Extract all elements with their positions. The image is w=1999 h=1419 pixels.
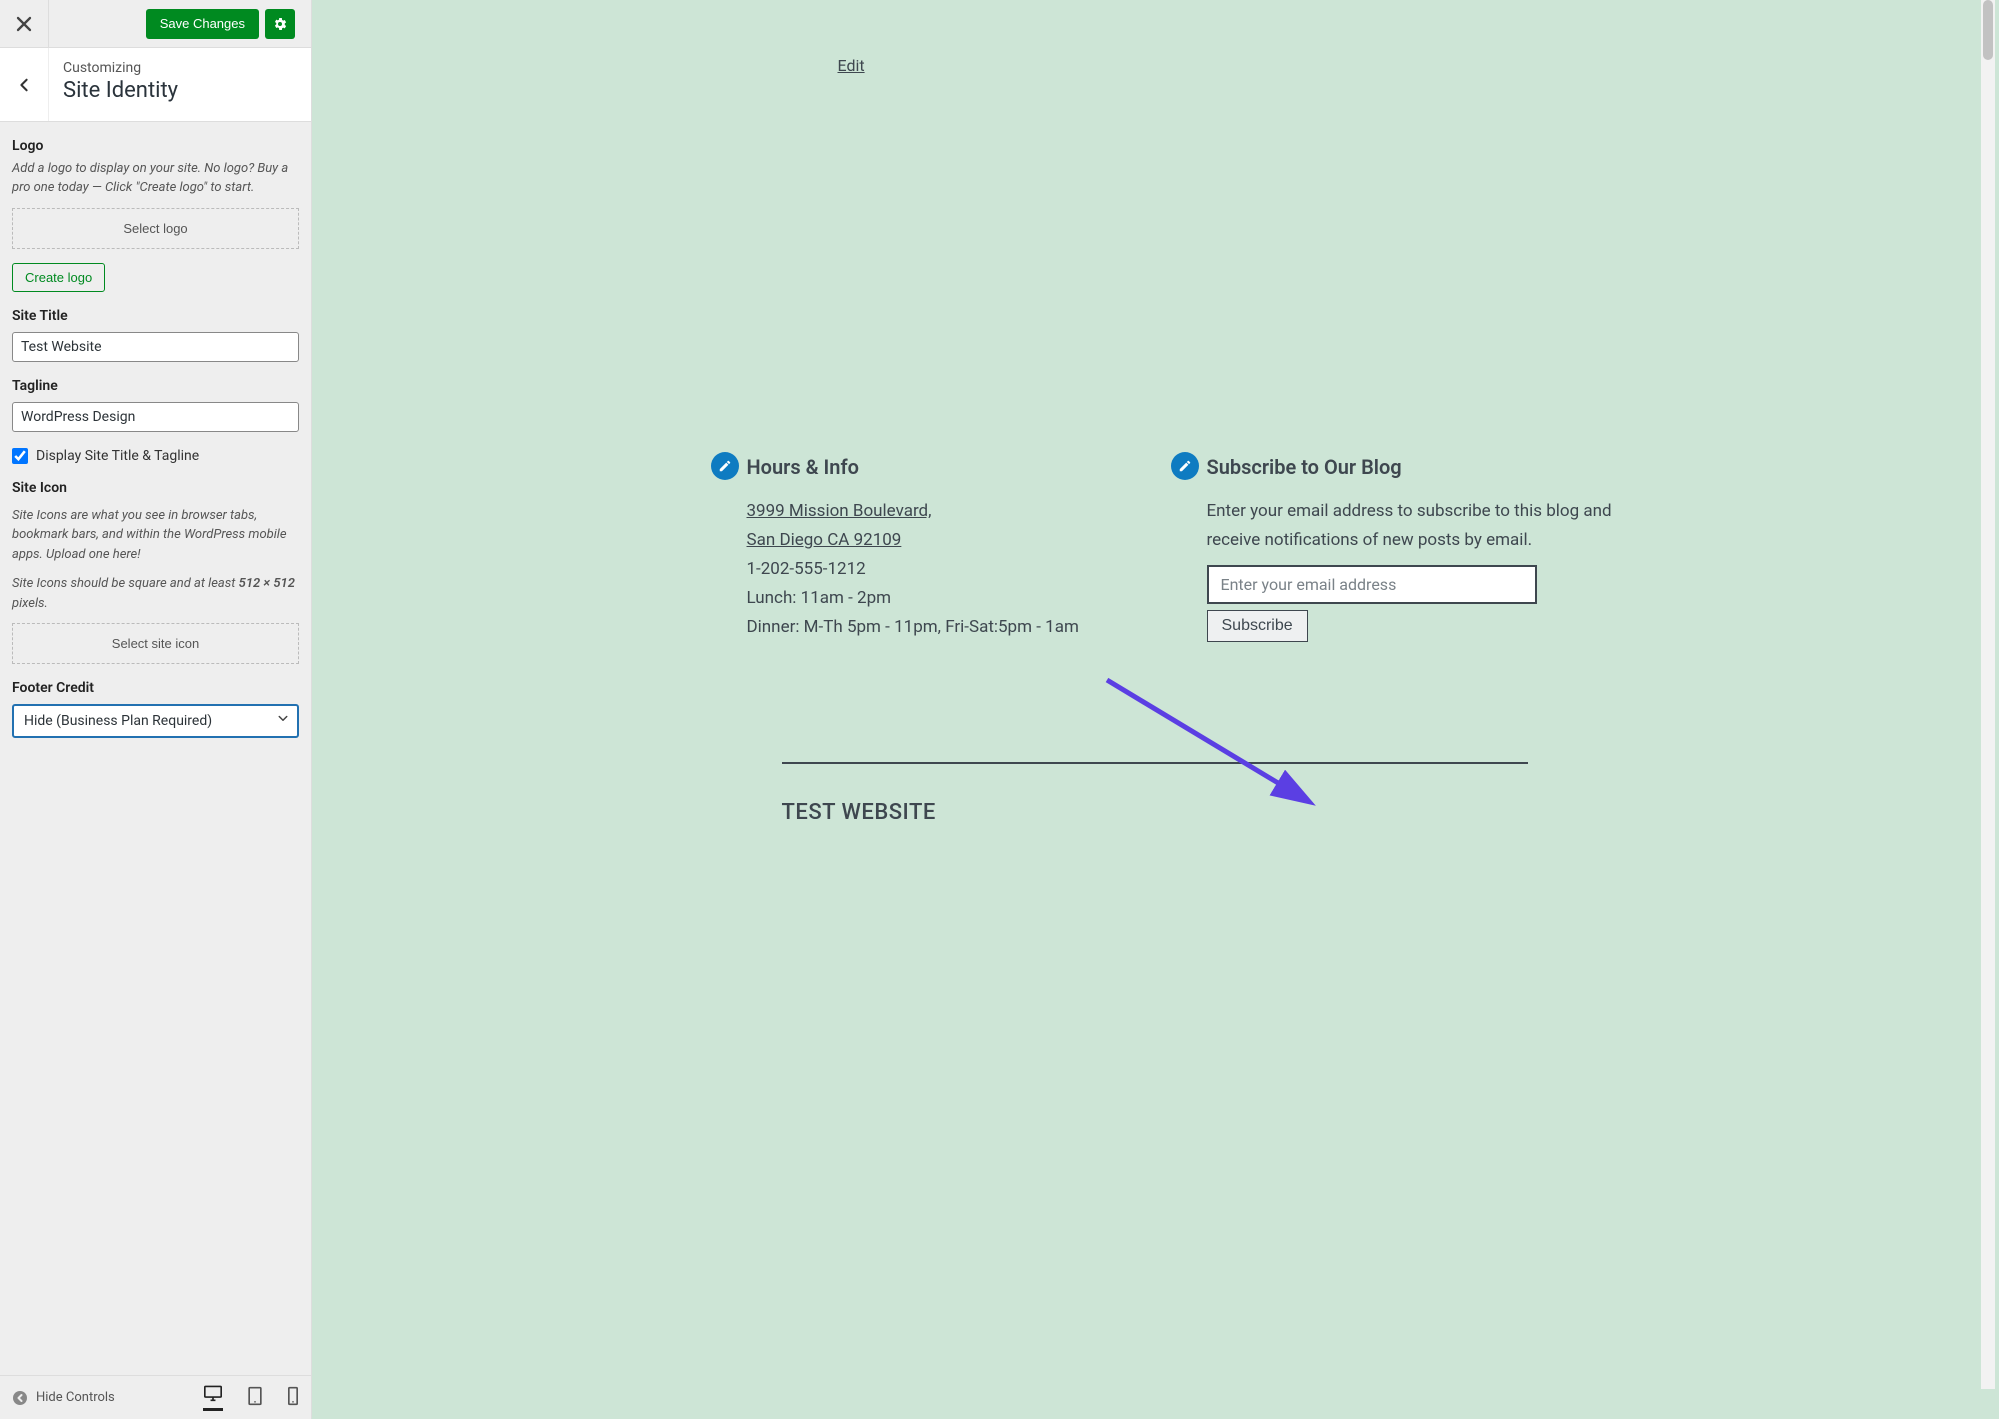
tablet-icon xyxy=(247,1386,263,1406)
subscribe-description: Enter your email address to subscribe to… xyxy=(1207,497,1627,555)
sidebar-section-header: Customizing Site Identity xyxy=(0,48,311,122)
subscribe-title: Subscribe to Our Blog xyxy=(1207,455,1627,479)
site-icon-description-2: Site Icons should be square and at least… xyxy=(12,574,299,613)
annotation-arrow-icon xyxy=(1103,676,1323,816)
display-title-checkbox[interactable] xyxy=(12,448,28,464)
back-button[interactable] xyxy=(0,48,49,121)
footer-credit-label: Footer Credit xyxy=(12,680,299,696)
edit-shortcut-link[interactable]: Edit xyxy=(838,56,865,75)
device-tablet-button[interactable] xyxy=(247,1386,263,1410)
desktop-icon xyxy=(203,1384,223,1402)
customizing-label: Customizing xyxy=(63,60,178,76)
subscribe-button[interactable]: Subscribe xyxy=(1207,610,1308,642)
device-desktop-button[interactable] xyxy=(203,1384,223,1411)
logo-description: Add a logo to display on your site. No l… xyxy=(12,160,299,198)
subscribe-widget: Subscribe to Our Blog Enter your email a… xyxy=(1207,455,1627,642)
create-logo-button[interactable]: Create logo xyxy=(12,263,105,292)
footer-credit-select[interactable]: Hide (Business Plan Required) xyxy=(12,704,299,738)
preview-pane[interactable]: Edit Hours & Info 3999 Mission Boulevard… xyxy=(312,0,1999,1419)
publish-settings-button[interactable] xyxy=(265,9,295,39)
select-site-icon-button[interactable]: Select site icon xyxy=(12,623,299,664)
logo-label: Logo xyxy=(12,138,299,154)
close-button[interactable] xyxy=(0,0,49,48)
sidebar-controls: Logo Add a logo to display on your site.… xyxy=(0,122,311,1375)
save-changes-button[interactable]: Save Changes xyxy=(146,9,259,39)
tagline-label: Tagline xyxy=(12,378,299,394)
gear-icon xyxy=(272,16,288,32)
site-title-label: Site Title xyxy=(12,308,299,324)
phone-text: 1-202-555-1212 xyxy=(747,559,866,579)
pencil-icon xyxy=(718,459,732,473)
site-title-input[interactable] xyxy=(12,332,299,362)
footer-divider xyxy=(782,762,1528,764)
close-icon xyxy=(16,16,32,32)
device-mobile-button[interactable] xyxy=(287,1386,299,1410)
tagline-input[interactable] xyxy=(12,402,299,432)
dinner-text: Dinner: M-Th 5pm - 11pm, Fri-Sat:5pm - 1… xyxy=(747,617,1079,637)
pencil-icon xyxy=(1178,459,1192,473)
sidebar-footer: Hide Controls xyxy=(0,1375,311,1419)
sidebar-top-bar: Save Changes xyxy=(0,0,311,48)
customizer-sidebar: Save Changes Customizing Site Identity L… xyxy=(0,0,312,1419)
scrollbar-thumb[interactable] xyxy=(1983,0,1993,60)
hours-info-widget: Hours & Info 3999 Mission Boulevard, San… xyxy=(747,455,1167,642)
display-title-label: Display Site Title & Tagline xyxy=(36,448,199,464)
preview-scrollbar[interactable] xyxy=(1981,0,1995,1389)
collapse-icon xyxy=(12,1390,28,1406)
hours-title: Hours & Info xyxy=(747,455,1167,479)
footer-site-title: TEST WEBSITE xyxy=(782,800,936,825)
edit-widget-button[interactable] xyxy=(711,452,739,480)
address-line-1[interactable]: 3999 Mission Boulevard, xyxy=(747,501,932,521)
hide-controls-label: Hide Controls xyxy=(36,1390,115,1405)
hide-controls-button[interactable]: Hide Controls xyxy=(12,1390,115,1406)
chevron-left-icon xyxy=(17,78,31,92)
address-line-2[interactable]: San Diego CA 92109 xyxy=(747,530,902,550)
lunch-text: Lunch: 11am - 2pm xyxy=(747,588,892,608)
select-logo-button[interactable]: Select logo xyxy=(12,208,299,249)
site-icon-description-1: Site Icons are what you see in browser t… xyxy=(12,506,299,565)
site-icon-label: Site Icon xyxy=(12,480,299,496)
subscribe-email-input[interactable] xyxy=(1207,565,1537,604)
section-title: Site Identity xyxy=(63,78,178,103)
edit-widget-button[interactable] xyxy=(1171,452,1199,480)
mobile-icon xyxy=(287,1386,299,1406)
